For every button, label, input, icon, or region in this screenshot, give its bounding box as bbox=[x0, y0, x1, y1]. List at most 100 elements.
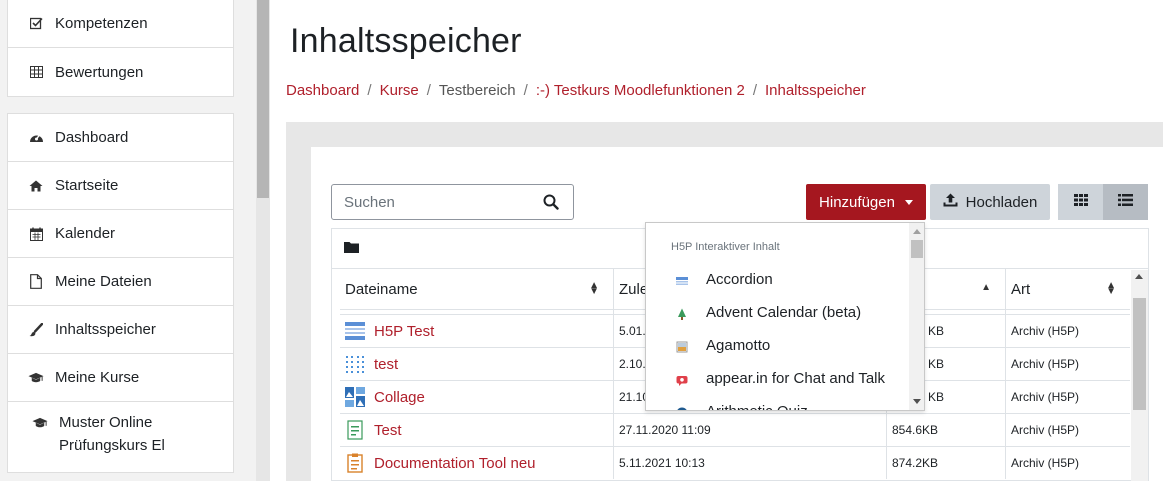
type-cell: Archiv (H5P) bbox=[1011, 390, 1080, 404]
table-cell bbox=[340, 310, 614, 314]
tree-icon bbox=[676, 307, 688, 320]
sidebar-item-label: Kompetenzen bbox=[55, 15, 148, 32]
calendar-icon bbox=[28, 226, 44, 242]
graduation-cap-icon bbox=[28, 370, 44, 386]
list-icon bbox=[1118, 193, 1133, 211]
dropdown-item-advent-calendar[interactable]: Advent Calendar (beta) bbox=[646, 296, 908, 329]
file-name: H5P Test bbox=[374, 322, 435, 340]
scroll-up-icon[interactable] bbox=[1135, 274, 1143, 279]
file-name: Collage bbox=[374, 388, 425, 406]
sidebar-item-label: Kalender bbox=[55, 225, 116, 242]
column-header-label: Art bbox=[1011, 280, 1031, 298]
file-name-cell[interactable]: Collage bbox=[340, 381, 614, 413]
dropdown-scrollbar[interactable] bbox=[909, 223, 924, 410]
sidebar-item-label: Startseite bbox=[55, 177, 119, 194]
sidebar-group-site: Dashboard Startseite Kalender Meine Date… bbox=[7, 113, 234, 473]
agamotto-icon bbox=[676, 340, 688, 352]
sidebar-item-dashboard[interactable]: Dashboard bbox=[8, 114, 233, 162]
sidebar-item-label-line2: Prüfungskurs El bbox=[59, 437, 165, 454]
sidebar-item-kompetenzen[interactable]: Kompetenzen bbox=[8, 0, 233, 48]
breadcrumb-inhaltsspeicher[interactable]: Inhaltsspeicher bbox=[765, 82, 866, 99]
file-name: Documentation Tool neu bbox=[374, 454, 536, 472]
sidebar-scrollbar-thumb[interactable] bbox=[257, 0, 269, 198]
breadcrumb-dashboard[interactable]: Dashboard bbox=[286, 82, 359, 99]
file-name-cell[interactable]: test bbox=[340, 348, 614, 380]
scroll-down-icon[interactable] bbox=[913, 399, 921, 404]
modified-cell: 5.11.2021 10:13 bbox=[614, 447, 887, 479]
sidebar-group-course: Kompetenzen Bewertungen bbox=[7, 0, 234, 97]
add-button[interactable]: Hinzufügen bbox=[806, 184, 926, 220]
quiz-icon bbox=[676, 406, 688, 410]
sidebar-item-kalender[interactable]: Kalender bbox=[8, 210, 233, 258]
dropdown-item-label: Advent Calendar (beta) bbox=[706, 304, 862, 321]
dropdown-item-agamotto[interactable]: Agamotto bbox=[646, 329, 908, 362]
checkbox-icon bbox=[28, 16, 44, 32]
paint-brush-icon bbox=[28, 322, 44, 338]
size-value: KB bbox=[928, 357, 945, 371]
table-row[interactable]: Documentation Tool neu 5.11.2021 10:13 8… bbox=[340, 446, 1130, 479]
size-value: KB bbox=[928, 324, 945, 338]
column-header-label: Dateiname bbox=[345, 280, 418, 298]
document-icon bbox=[345, 420, 365, 440]
sort-icon[interactable]: ▲ ▼ bbox=[1106, 281, 1116, 297]
add-content-dropdown: H5P Interaktiver Inhalt Accordion Advent… bbox=[645, 222, 925, 411]
list-content-icon bbox=[345, 321, 365, 341]
sidebar-item-label: Meine Dateien bbox=[55, 273, 152, 290]
dropdown-item-appear-in[interactable]: appear.in for Chat and Talk bbox=[646, 362, 908, 395]
table-row[interactable]: Test 27.11.2020 11:09 854.6KB Archiv (H5… bbox=[340, 413, 1130, 446]
modified-cell: 27.11.2020 11:09 bbox=[614, 414, 887, 446]
sidebar-item-label: Dashboard bbox=[55, 129, 129, 146]
file-name-cell[interactable]: Test bbox=[340, 414, 614, 446]
size-cell: 874.2KB bbox=[887, 447, 1006, 479]
size-value: KB bbox=[928, 390, 945, 404]
type-cell: Archiv (H5P) bbox=[1011, 423, 1080, 437]
sort-asc-icon[interactable]: ▲ bbox=[981, 283, 991, 293]
size-cell: 854.6KB bbox=[887, 414, 1006, 446]
search-placeholder: Suchen bbox=[344, 193, 395, 211]
dropdown-scrollbar-thumb[interactable] bbox=[911, 240, 923, 258]
grid-view-button[interactable] bbox=[1058, 184, 1103, 220]
table-scrollbar[interactable] bbox=[1131, 270, 1148, 481]
clipboard-icon bbox=[345, 453, 365, 473]
dropdown-header: H5P Interaktiver Inhalt bbox=[671, 241, 780, 253]
type-cell: Archiv (H5P) bbox=[1011, 456, 1080, 470]
home-icon bbox=[28, 178, 44, 194]
file-name-cell[interactable]: Documentation Tool neu bbox=[340, 447, 614, 479]
sidebar-item-startseite[interactable]: Startseite bbox=[8, 162, 233, 210]
chat-icon bbox=[676, 373, 688, 386]
sidebar-item-muster-online[interactable]: Muster Online Prüfungskurs El bbox=[8, 402, 233, 472]
table-cell bbox=[1006, 310, 1130, 314]
breadcrumb-separator: / bbox=[367, 82, 372, 99]
dashboard-icon bbox=[28, 130, 44, 146]
file-name: test bbox=[374, 355, 399, 373]
breadcrumb-separator: / bbox=[752, 82, 757, 99]
list-view-button[interactable] bbox=[1103, 184, 1148, 220]
sidebar-item-label: Inhaltsspeicher bbox=[55, 321, 156, 338]
table-scrollbar-thumb[interactable] bbox=[1133, 298, 1146, 410]
breadcrumb-testbereich: Testbereich bbox=[438, 82, 516, 99]
folder-icon[interactable] bbox=[344, 240, 359, 258]
dropdown-item-arithmetic-quiz[interactable]: Arithmetic Quiz bbox=[646, 395, 908, 410]
type-cell: Archiv (H5P) bbox=[1011, 324, 1080, 338]
type-cell: Archiv (H5P) bbox=[1011, 357, 1080, 371]
view-toggle bbox=[1058, 184, 1149, 220]
upload-button[interactable]: Hochladen bbox=[930, 184, 1050, 220]
search-input[interactable]: Suchen bbox=[331, 184, 574, 220]
search-icon[interactable] bbox=[543, 194, 559, 210]
page-title: Inhaltsspeicher bbox=[290, 22, 522, 60]
sidebar-item-inhaltsspeicher[interactable]: Inhaltsspeicher bbox=[8, 306, 233, 354]
grid-icon bbox=[1073, 193, 1088, 211]
sidebar-item-meine-kurse[interactable]: Meine Kurse bbox=[8, 354, 233, 402]
grid-dots-icon bbox=[345, 354, 365, 374]
column-header-filename[interactable]: Dateiname ▲ ▼ bbox=[340, 269, 614, 309]
sort-icon[interactable]: ▲ ▼ bbox=[589, 281, 599, 297]
sidebar-item-bewertungen[interactable]: Bewertungen bbox=[8, 48, 233, 96]
breadcrumb-kurse[interactable]: Kurse bbox=[380, 82, 419, 99]
column-header-type[interactable]: Art ▲ ▼ bbox=[1006, 269, 1130, 309]
scroll-up-icon[interactable] bbox=[913, 229, 921, 234]
file-name-cell[interactable]: H5P Test bbox=[340, 315, 614, 347]
sidebar-item-label-line1: Muster Online bbox=[59, 414, 153, 431]
sidebar-item-meine-dateien[interactable]: Meine Dateien bbox=[8, 258, 233, 306]
dropdown-item-accordion[interactable]: Accordion bbox=[646, 263, 908, 296]
breadcrumb-course[interactable]: :-) Testkurs Moodlefunktionen 2 bbox=[536, 82, 745, 99]
